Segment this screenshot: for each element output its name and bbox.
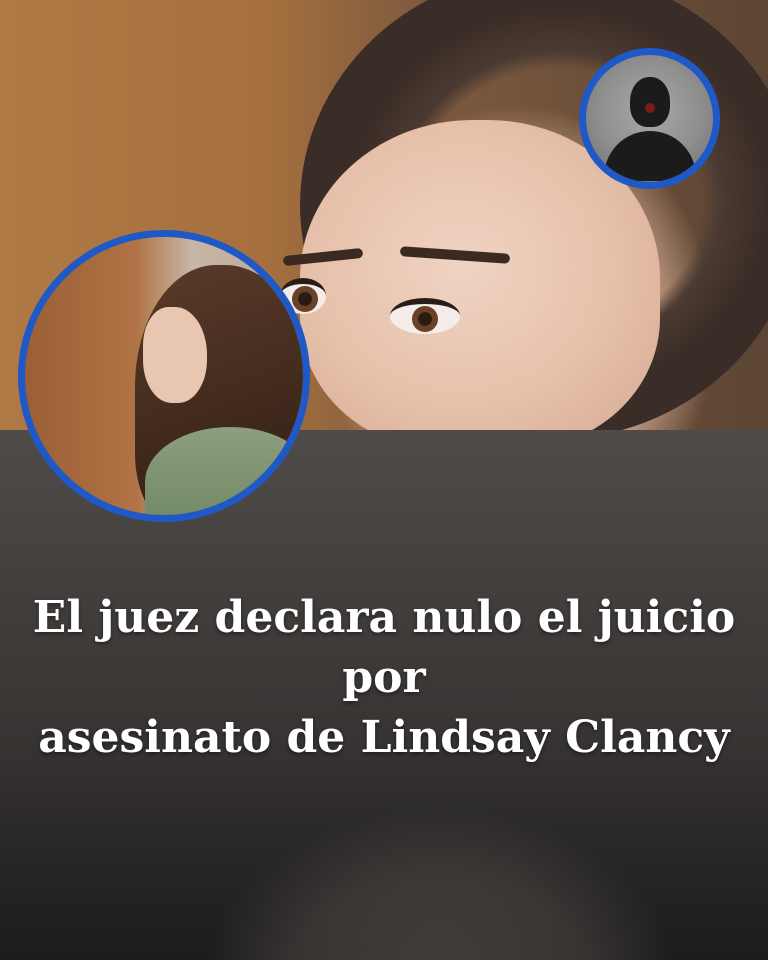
headline-line-1: El juez declara nulo el juicio por [32, 592, 736, 703]
inset-avatar-circle-small [579, 48, 720, 189]
inset-photo-circle-large [18, 230, 310, 522]
right-eye [390, 298, 460, 334]
person-silhouette-icon [630, 77, 670, 127]
silhouette-shoulders [604, 131, 696, 181]
silhouette-mark [645, 103, 655, 113]
inset-face [143, 307, 207, 403]
headline-line-2: asesinato de Lindsay Clancy [38, 712, 730, 763]
headline: El juez declara nulo el juicio por asesi… [0, 588, 768, 768]
post-canvas: El juez declara nulo el juicio por asesi… [0, 0, 768, 960]
